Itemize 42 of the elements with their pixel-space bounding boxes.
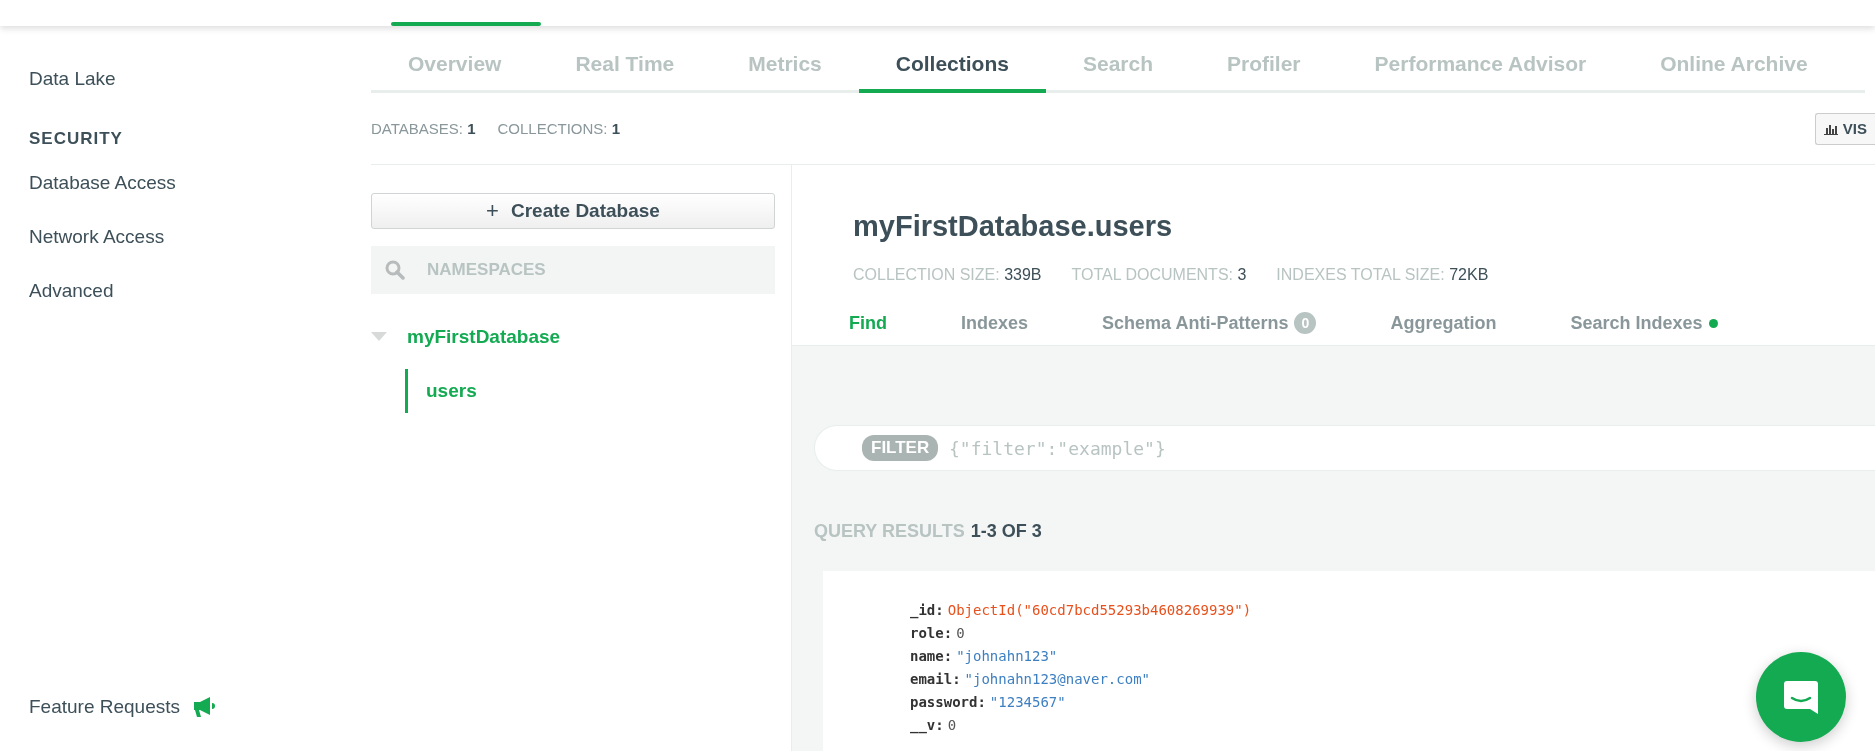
document-field: password: "1234567" [910, 691, 1066, 714]
sidebar-item[interactable]: Advanced [29, 264, 371, 318]
megaphone-icon [192, 696, 217, 718]
tab[interactable]: Overview [371, 38, 539, 93]
visualize-button[interactable]: VIS [1814, 112, 1875, 145]
document-field: name: "johnahn123" [910, 645, 1058, 668]
filter-label: FILTER [862, 435, 939, 461]
collection-stat: COLLECTION SIZE: 339B [853, 266, 1042, 284]
collection-tab[interactable]: Aggregation [1390, 312, 1497, 334]
sidebar-heading: SECURITY [29, 128, 124, 150]
sidebar-item[interactable]: Data Lake [29, 52, 371, 106]
tab[interactable]: Performance Advisor [1337, 38, 1624, 93]
collection-tab[interactable]: Find [849, 312, 887, 334]
create-database-button[interactable]: + Create Database [371, 193, 775, 229]
tab[interactable]: Search [1045, 38, 1190, 93]
collection-tab[interactable]: Schema Anti-Patterns 0 [1102, 312, 1317, 334]
tab[interactable]: Profiler [1190, 38, 1338, 93]
collection-title: myFirstDatabase.users [853, 209, 1174, 244]
summary-count: DATABASES: 1 [371, 120, 476, 137]
collection-tab[interactable]: Indexes [961, 312, 1029, 334]
collection-item[interactable]: users [405, 369, 775, 413]
tab[interactable]: Real Time [538, 38, 712, 93]
collection-stat: INDEXES TOTAL SIZE: 72KB [1276, 266, 1489, 284]
search-icon [385, 260, 405, 280]
document-field: _id: ObjectId("60cd7bcd55293b4608269939") [910, 599, 1252, 622]
document-field: role: 0 [910, 622, 965, 645]
tab[interactable]: Online Archive [1623, 38, 1845, 93]
query-results-heading: QUERY RESULTS 1-3 OF 3 [814, 519, 1043, 543]
collection-tab[interactable]: Search Indexes [1570, 312, 1718, 334]
document-field: __v: 0 [910, 714, 957, 737]
collection-stat: TOTAL DOCUMENTS: 3 [1071, 266, 1247, 284]
sidebar-item[interactable]: Network Access [29, 210, 371, 264]
count-badge: 0 [1294, 312, 1317, 334]
tab[interactable]: Collections [858, 38, 1046, 93]
namespace-search-field[interactable]: NAMESPACES [371, 246, 775, 294]
bar-chart-icon [1823, 122, 1838, 135]
database-item[interactable]: myFirstDatabase [407, 326, 561, 348]
summary-count: COLLECTIONS: 1 [497, 120, 621, 137]
document-field: email: "johnahn123@naver.com" [910, 668, 1150, 691]
tab[interactable]: Metrics [711, 38, 859, 93]
feature-requests-link[interactable]: Feature Requests [29, 680, 181, 734]
sidebar-item[interactable]: Database Access [29, 156, 371, 210]
